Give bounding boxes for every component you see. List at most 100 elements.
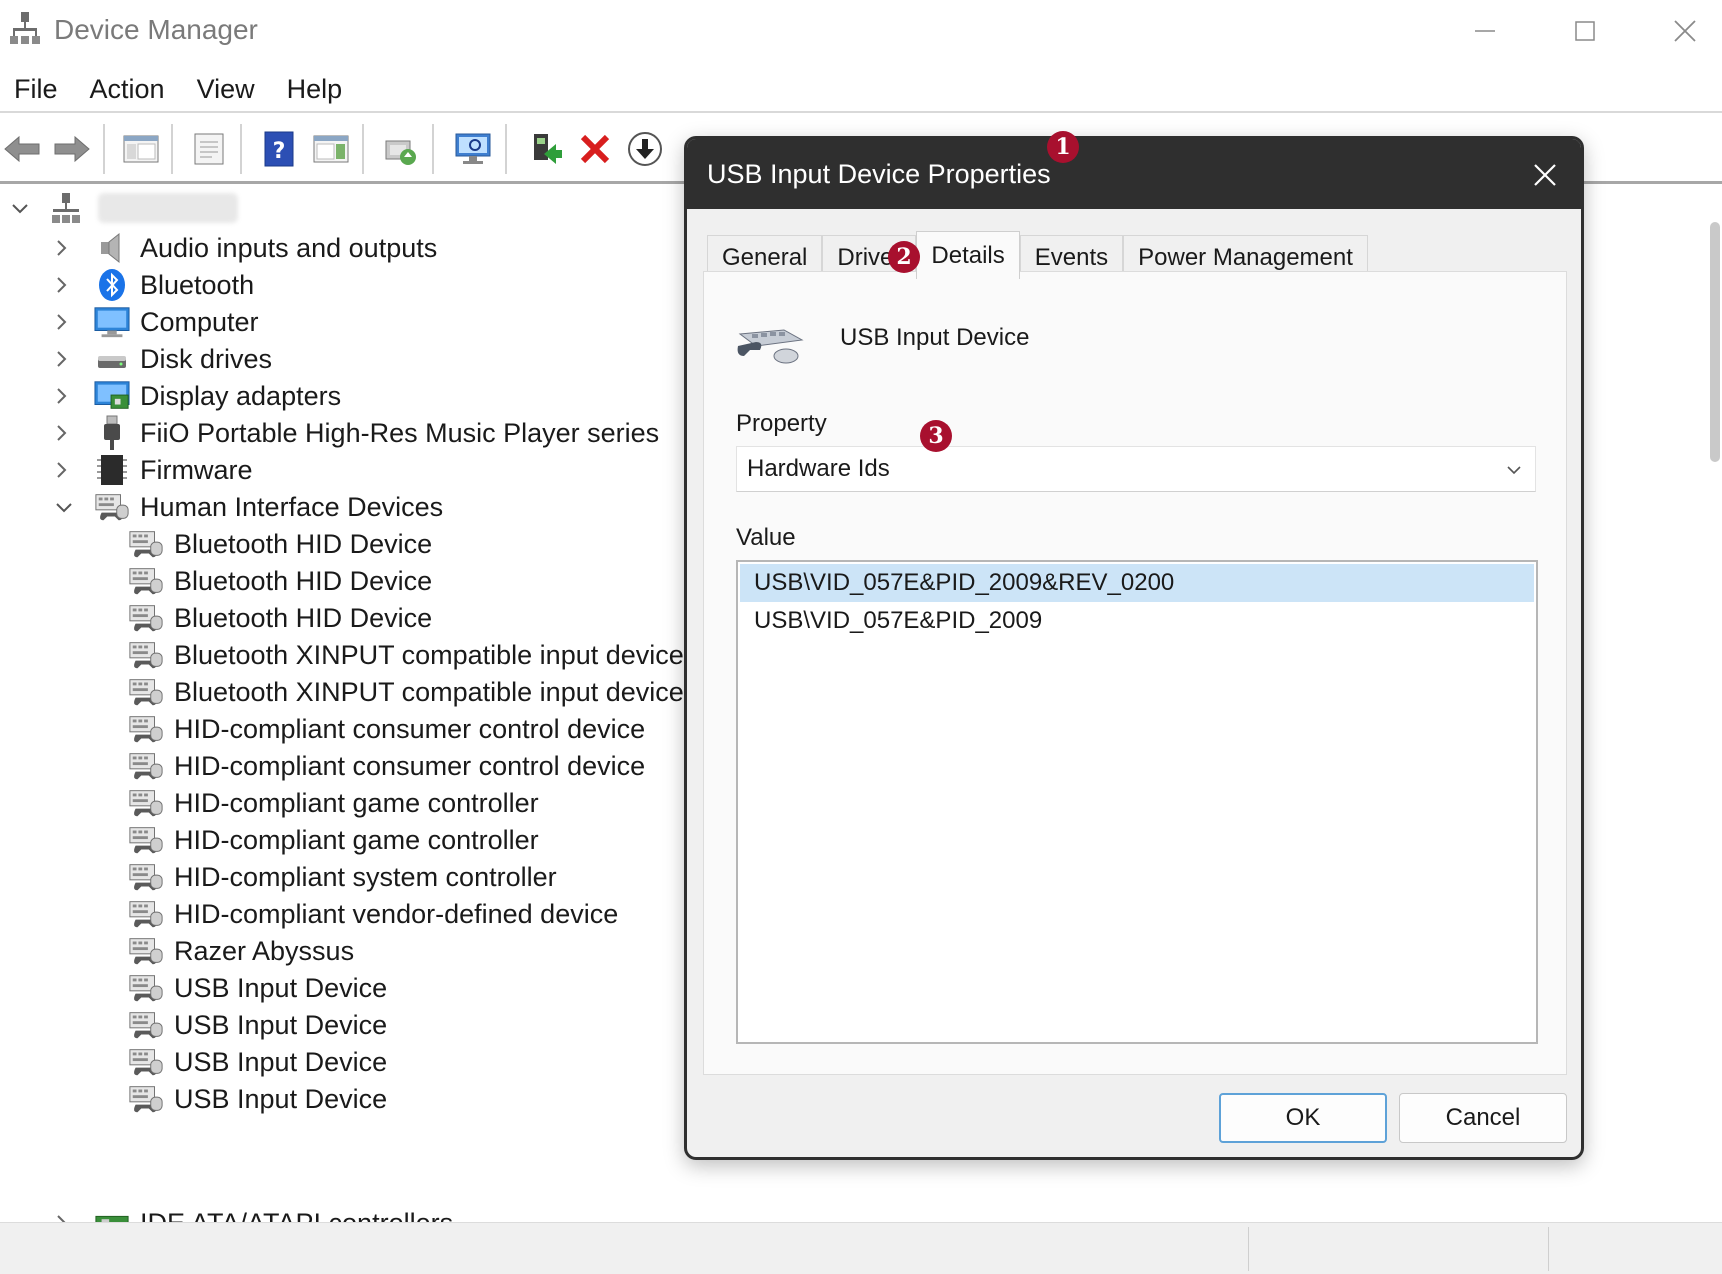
status-divider bbox=[1548, 1227, 1549, 1271]
chevron-right-icon bbox=[57, 1215, 66, 1222]
device-label: HID-compliant game controller bbox=[174, 787, 539, 818]
hid-device-item[interactable]: Bluetooth HID Device bbox=[128, 561, 432, 601]
menu-help[interactable]: Help bbox=[273, 68, 361, 112]
hid-icon bbox=[128, 1082, 164, 1116]
minimize-button[interactable] bbox=[1435, 0, 1535, 62]
help-button[interactable]: ? bbox=[256, 126, 302, 172]
cancel-button[interactable]: Cancel bbox=[1399, 1093, 1567, 1143]
maximize-icon bbox=[1575, 21, 1595, 41]
device-label: HID-compliant game controller bbox=[174, 824, 539, 855]
firmware-chip-icon bbox=[94, 453, 130, 487]
value-item[interactable]: USB\VID_057E&PID_2009 bbox=[740, 602, 1534, 640]
hid-device-item[interactable]: HID-compliant system controller bbox=[128, 857, 557, 897]
category-disk-drives[interactable]: Disk drives bbox=[54, 339, 272, 379]
toolbar-separator bbox=[362, 124, 364, 174]
hid-icon bbox=[737, 329, 804, 364]
value-listbox[interactable]: USB\VID_057E&PID_2009&REV_0200 USB\VID_0… bbox=[736, 560, 1538, 1044]
category-computer[interactable]: Computer bbox=[54, 302, 259, 342]
hid-device-item[interactable]: USB Input Device bbox=[128, 1042, 387, 1082]
chevron-down-icon bbox=[56, 503, 72, 513]
tab-details[interactable]: Details bbox=[916, 231, 1020, 279]
action-pane-button[interactable] bbox=[308, 126, 354, 172]
hid-device-item[interactable]: Bluetooth XINPUT compatible input device bbox=[128, 672, 684, 712]
category-human-interface-devices[interactable]: Human Interface Devices bbox=[54, 487, 443, 527]
hid-device-item[interactable]: HID-compliant consumer control device bbox=[128, 746, 645, 786]
close-icon bbox=[1674, 20, 1696, 42]
hid-device-item[interactable]: Bluetooth XINPUT compatible input device bbox=[128, 635, 684, 675]
hid-device-item[interactable]: HID-compliant game controller bbox=[128, 820, 539, 860]
show-hide-console-tree-icon bbox=[123, 135, 159, 163]
bluetooth-icon bbox=[94, 268, 130, 302]
hid-icon bbox=[128, 675, 164, 709]
hid-device-item[interactable]: Bluetooth HID Device bbox=[128, 598, 432, 638]
hid-device-item[interactable]: HID-compliant game controller bbox=[128, 783, 539, 823]
tree-root[interactable] bbox=[10, 188, 238, 228]
disable-device-button[interactable] bbox=[622, 126, 668, 172]
hid-device-item[interactable]: Razer Abyssus bbox=[128, 931, 354, 971]
category-bluetooth[interactable]: Bluetooth bbox=[54, 265, 254, 305]
hid-icon bbox=[128, 638, 164, 672]
menu-file[interactable]: File bbox=[0, 68, 76, 112]
uninstall-device-icon bbox=[580, 134, 610, 164]
ide-controller-icon bbox=[94, 1206, 130, 1222]
uninstall-device-button[interactable] bbox=[572, 126, 618, 172]
device-label: USB Input Device bbox=[174, 972, 388, 1003]
category-label: Human Interface Devices bbox=[140, 491, 444, 522]
chevron-right-icon bbox=[57, 351, 67, 367]
chevron-right-icon bbox=[57, 425, 67, 441]
update-driver-button[interactable] bbox=[378, 126, 424, 172]
back-button[interactable] bbox=[0, 126, 46, 172]
category-label: Display adapters bbox=[140, 380, 342, 411]
device-label: Razer Abyssus bbox=[174, 935, 355, 966]
forward-button[interactable] bbox=[48, 126, 94, 172]
hid-device-item[interactable]: USB Input Device bbox=[128, 968, 387, 1008]
close-icon bbox=[1534, 164, 1556, 186]
disable-device-icon bbox=[628, 132, 662, 166]
computer-name-redacted bbox=[98, 193, 238, 223]
close-window-button[interactable] bbox=[1635, 0, 1722, 62]
category-audio[interactable]: Audio inputs and outputs bbox=[54, 228, 437, 268]
chevron-right-icon bbox=[57, 240, 67, 256]
hid-icon bbox=[128, 897, 164, 931]
menu-action[interactable]: Action bbox=[76, 68, 183, 112]
status-divider bbox=[1248, 1227, 1249, 1271]
device-label: HID-compliant consumer control device bbox=[174, 750, 646, 781]
device-label: USB Input Device bbox=[174, 1009, 388, 1040]
hid-device-item[interactable]: USB Input Device bbox=[128, 1005, 387, 1045]
callout-badge: 2 bbox=[888, 241, 920, 273]
ok-button[interactable]: OK bbox=[1219, 1093, 1387, 1143]
maximize-button[interactable] bbox=[1535, 0, 1635, 62]
hid-device-item[interactable]: Bluetooth HID Device bbox=[128, 524, 432, 564]
menu-view[interactable]: View bbox=[183, 68, 273, 112]
category-fiio[interactable]: FiiO Portable High-Res Music Player seri… bbox=[54, 413, 659, 453]
enable-device-button[interactable] bbox=[522, 126, 568, 172]
dialog-close-button[interactable] bbox=[1523, 153, 1567, 197]
computer-icon bbox=[94, 305, 130, 339]
category-firmware[interactable]: Firmware bbox=[54, 450, 253, 490]
callout-badge: 1 bbox=[1047, 131, 1079, 163]
tree-scrollbar[interactable] bbox=[1710, 222, 1720, 462]
toolbar-separator bbox=[103, 124, 105, 174]
dialog-title-bar: USB Input Device Properties bbox=[687, 139, 1581, 209]
device-label: Bluetooth HID Device bbox=[174, 565, 433, 596]
properties-dialog: USB Input Device Properties General Driv… bbox=[684, 136, 1584, 1160]
hid-icon bbox=[94, 490, 130, 524]
hid-device-item[interactable]: USB Input Device bbox=[128, 1079, 387, 1119]
details-panel: USB Input Device Property Hardware Ids V… bbox=[703, 271, 1567, 1075]
scan-hardware-button[interactable] bbox=[450, 126, 496, 172]
category-ide-controllers[interactable]: IDE ATA/ATAPI controllers bbox=[54, 1203, 453, 1222]
toolbar-separator bbox=[432, 124, 434, 174]
property-dropdown[interactable]: Hardware Ids bbox=[736, 446, 1536, 492]
value-item[interactable]: USB\VID_057E&PID_2009&REV_0200 bbox=[740, 564, 1534, 602]
show-hide-console-tree-button[interactable] bbox=[118, 126, 164, 172]
device-label: Bluetooth XINPUT compatible input device bbox=[174, 639, 684, 670]
device-manager-icon bbox=[10, 12, 40, 44]
category-label: IDE ATA/ATAPI controllers bbox=[140, 1208, 453, 1223]
properties-button[interactable] bbox=[186, 126, 232, 172]
chevron-right-icon bbox=[57, 314, 67, 330]
svg-text:?: ? bbox=[273, 139, 286, 164]
hid-device-item[interactable]: HID-compliant vendor-defined device bbox=[128, 894, 618, 934]
category-display-adapters[interactable]: Display adapters bbox=[54, 376, 341, 416]
properties-icon bbox=[194, 133, 224, 165]
hid-device-item[interactable]: HID-compliant consumer control device bbox=[128, 709, 645, 749]
